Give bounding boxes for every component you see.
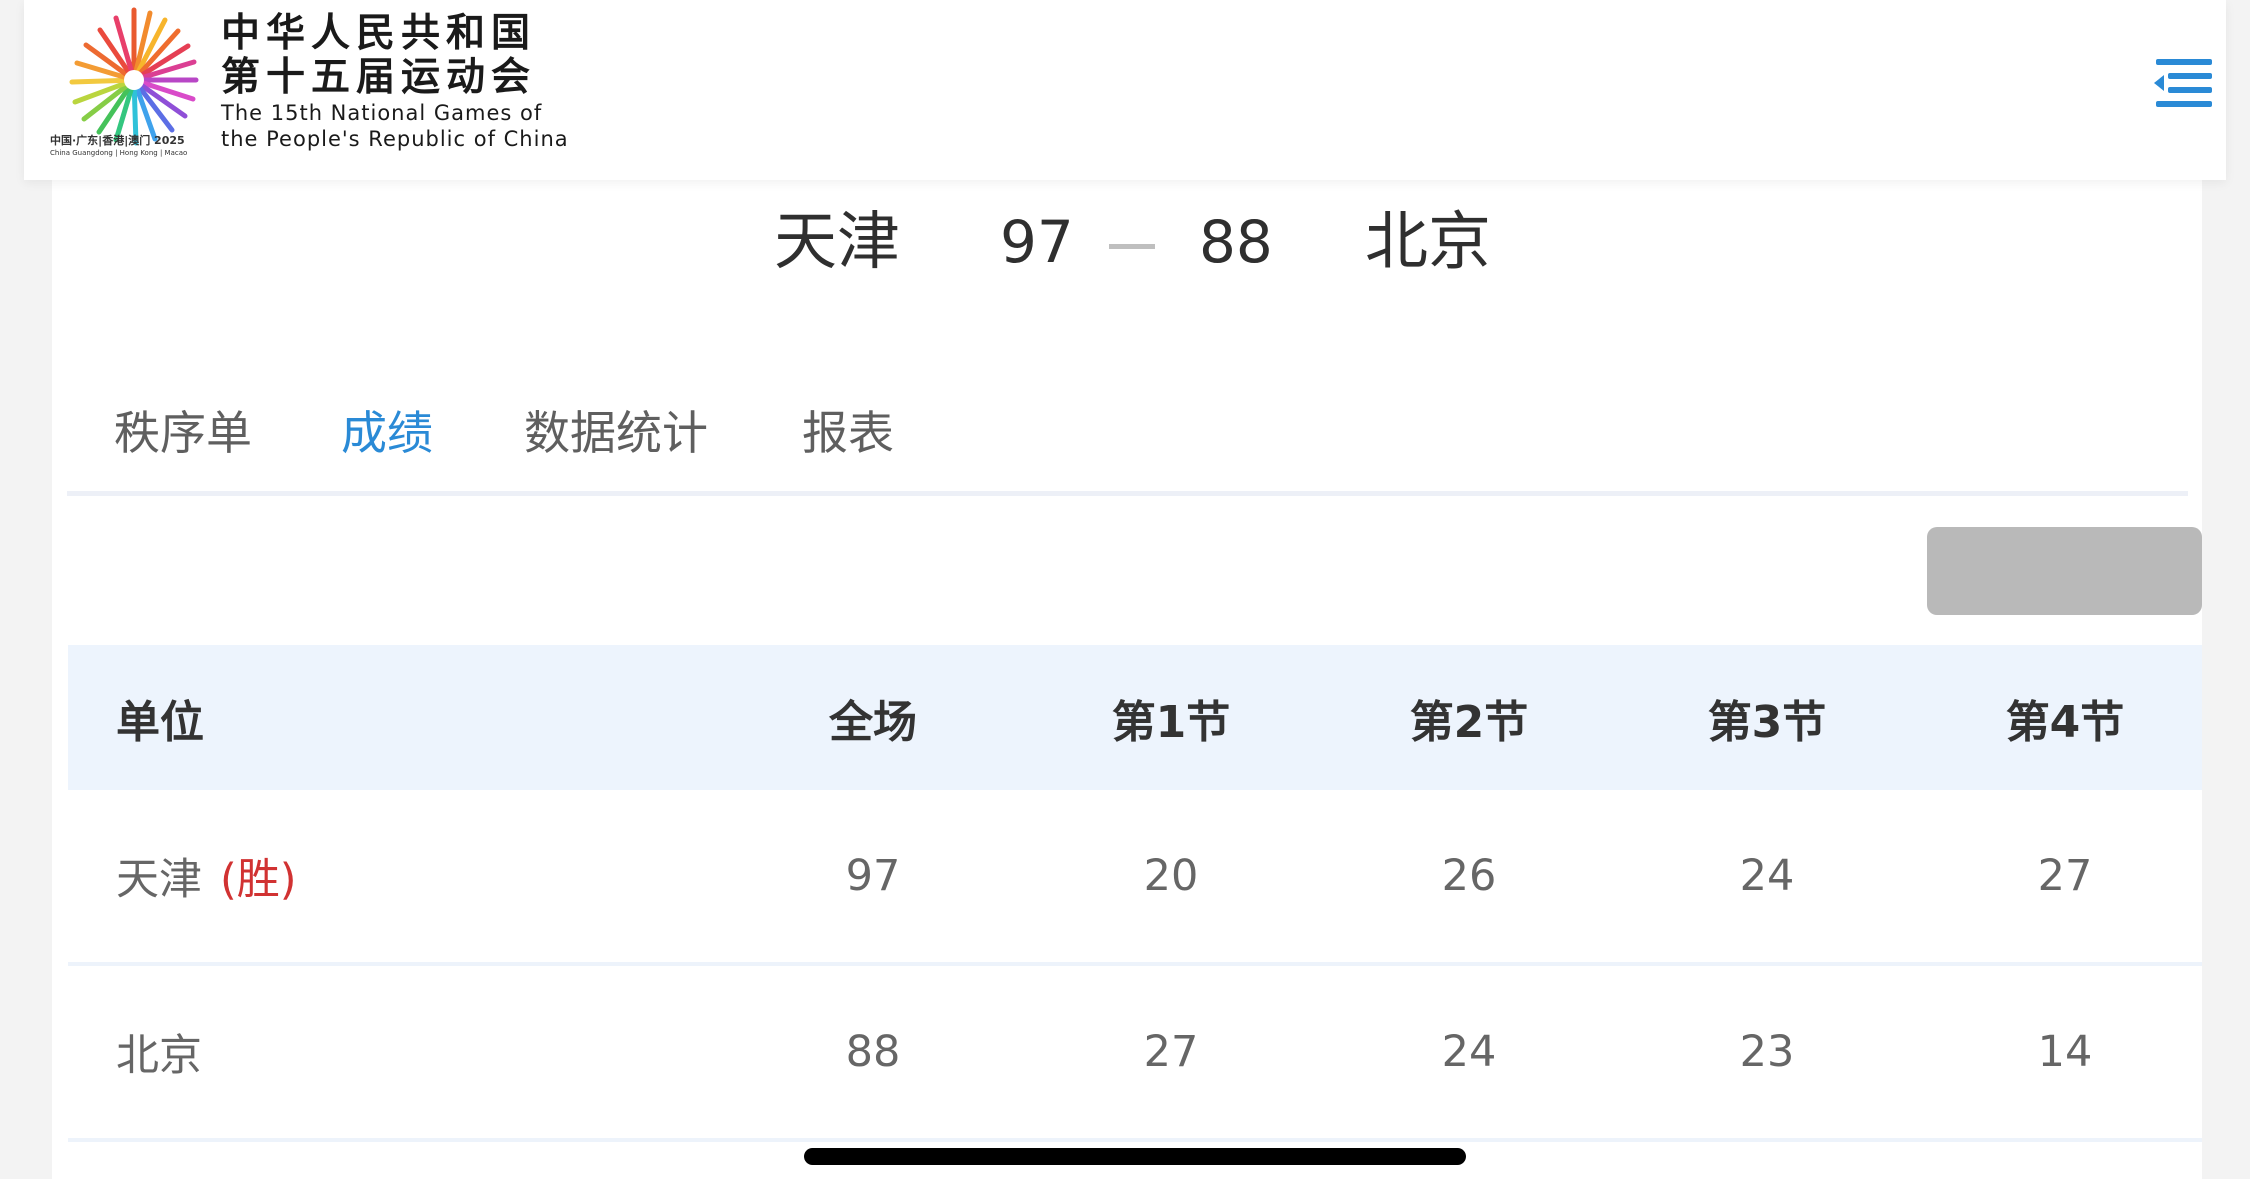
- home-indicator[interactable]: [804, 1148, 1466, 1165]
- home-team-score: 97: [1000, 208, 1074, 276]
- tab-results[interactable]: 成绩: [341, 403, 433, 463]
- header-total: 全场: [829, 696, 917, 748]
- q1-score-cell: 20: [1143, 851, 1199, 901]
- q4-score-cell: 27: [2037, 851, 2093, 901]
- q2-score-cell: 26: [1441, 851, 1497, 901]
- logo-subtitle-en: China Guangdong | Hong Kong | Macao: [50, 149, 188, 157]
- team-name: 天津: [116, 855, 202, 905]
- total-score-cell: 97: [845, 851, 901, 901]
- header-q4: 第4节: [2005, 696, 2125, 748]
- score-separator: [1109, 244, 1155, 249]
- total-score-cell: 88: [845, 1027, 901, 1077]
- table-row: 北京 88 27 24 23 14: [68, 966, 2202, 1142]
- table-row: 天津 (胜) 97 20 26 24 27: [68, 790, 2202, 966]
- brand-title-cn-line1: 中华人民共和国: [221, 11, 537, 56]
- team-name: 北京: [116, 1031, 202, 1081]
- menu-icon[interactable]: [2144, 52, 2224, 116]
- win-badge: (胜): [220, 855, 297, 905]
- tab-order-list[interactable]: 秩序单: [114, 403, 252, 463]
- tab-statistics[interactable]: 数据统计: [524, 403, 708, 463]
- header-unit: 单位: [116, 696, 204, 748]
- q2-score-cell: 24: [1441, 1027, 1497, 1077]
- table-header-row: 单位 全场 第1节 第2节 第3节 第4节: [68, 645, 2202, 790]
- away-team-score: 88: [1199, 208, 1273, 276]
- brand-title-en-line2: the People's Republic of China: [221, 127, 569, 151]
- brand-title-en-line1: The 15th National Games of: [221, 101, 543, 125]
- header-q1: 第1节: [1111, 696, 1231, 748]
- header-q3: 第3节: [1707, 696, 1827, 748]
- results-card: 天津 97 88 北京 秩序单 成绩 数据统计 报表 单位 全场 第1节 第2节…: [52, 165, 2202, 1179]
- brand-block: 中华人民共和国 第十五届运动会 The 15th National Games …: [221, 12, 591, 152]
- q1-score-cell: 27: [1143, 1027, 1199, 1077]
- quarter-score-table: 单位 全场 第1节 第2节 第3节 第4节 天津 (胜) 97 20 26 24…: [68, 645, 2202, 1142]
- match-scoreline: 天津 97 88 北京: [52, 192, 2202, 292]
- logo-subtitle-cn: 中国·广东|香港|澳门 2025: [50, 134, 185, 147]
- action-button[interactable]: [1927, 527, 2202, 615]
- away-team-name: 北京: [1365, 205, 1491, 278]
- team-cell: 天津 (胜): [116, 790, 297, 962]
- result-tabs: 秩序单 成绩 数据统计 报表: [52, 375, 2202, 495]
- team-cell: 北京: [116, 966, 202, 1138]
- q3-score-cell: 23: [1739, 1027, 1795, 1077]
- brand-title-cn-line2: 第十五届运动会: [221, 55, 537, 100]
- site-header: 中国·广东|香港|澳门 2025 China Guangdong | Hong …: [24, 0, 2226, 180]
- tab-report[interactable]: 报表: [802, 403, 894, 463]
- q3-score-cell: 24: [1739, 851, 1795, 901]
- header-q2: 第2节: [1409, 696, 1529, 748]
- tabs-divider: [67, 491, 2188, 496]
- home-team-name: 天津: [774, 205, 900, 278]
- logo-subtitle: 中国·广东|香港|澳门 2025 China Guangdong | Hong …: [50, 135, 222, 159]
- q4-score-cell: 14: [2037, 1027, 2093, 1077]
